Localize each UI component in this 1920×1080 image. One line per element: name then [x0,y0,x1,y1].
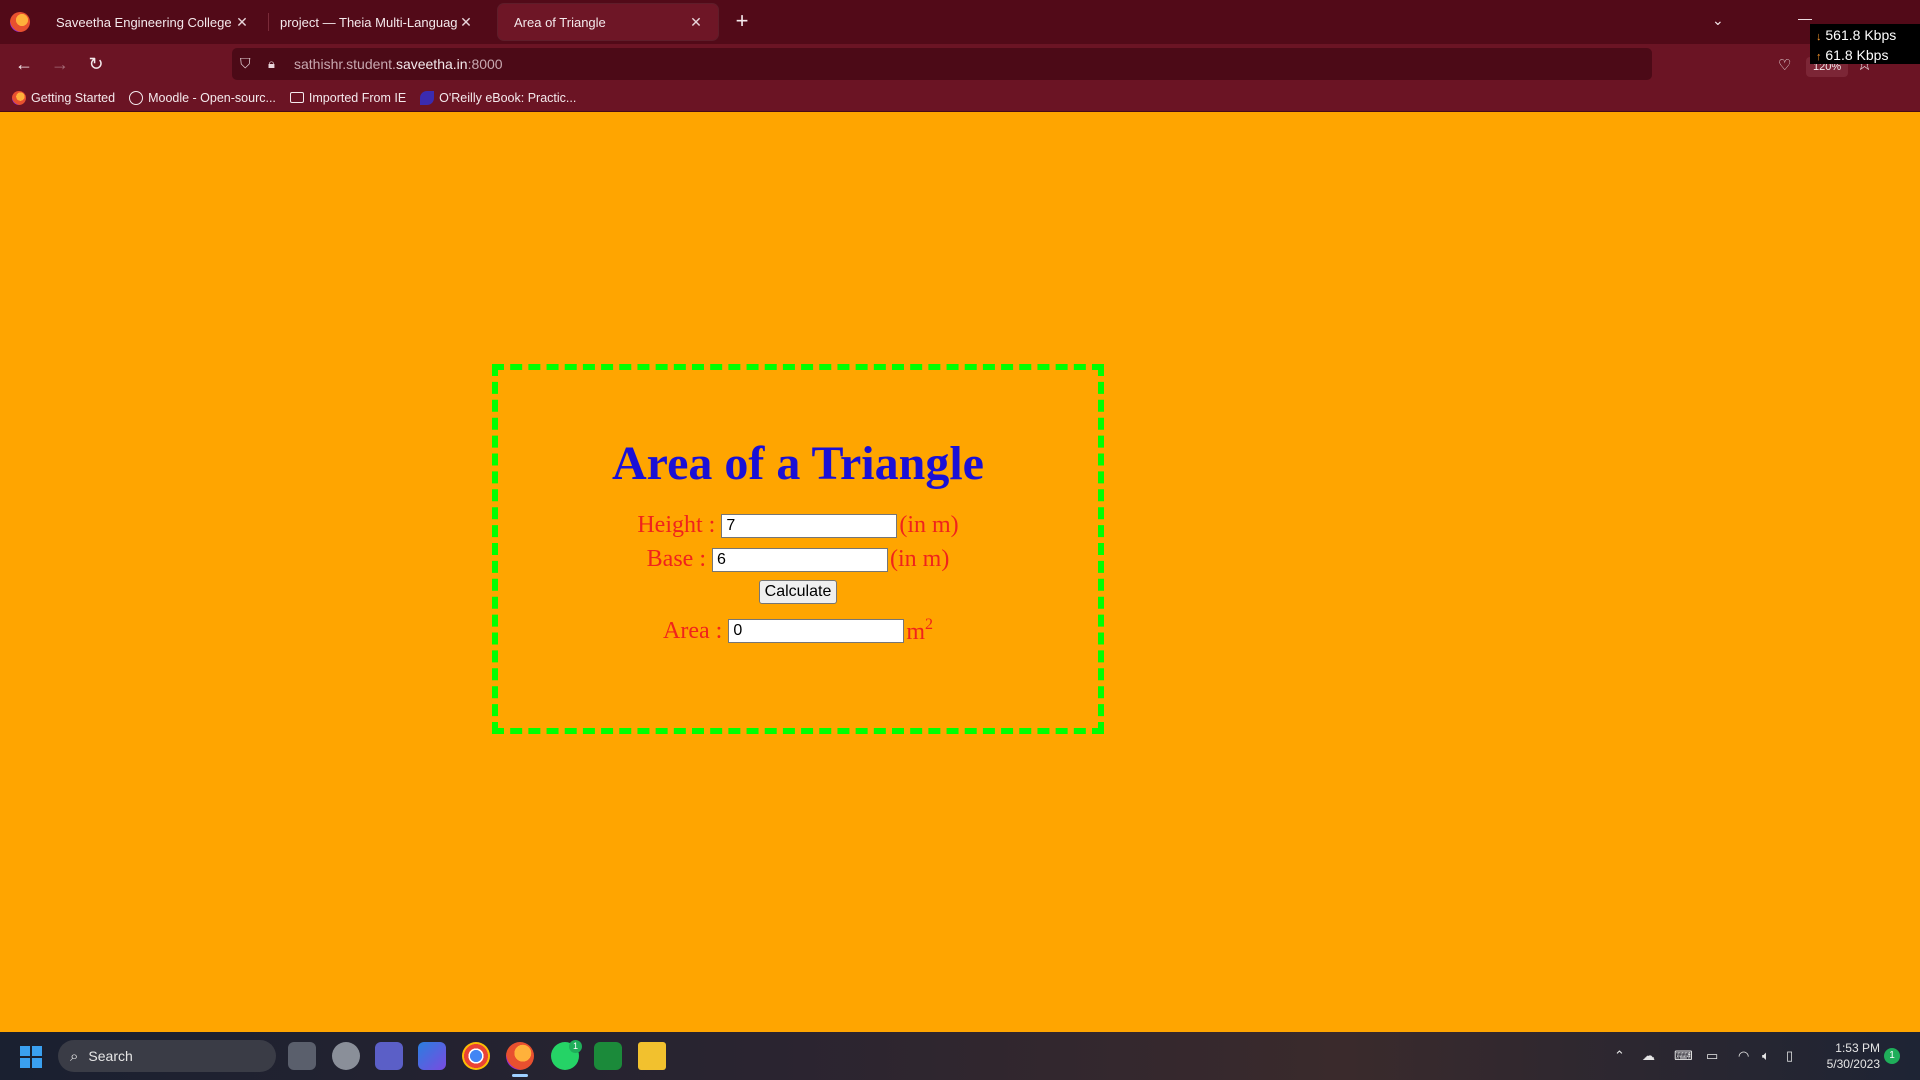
chrome-icon[interactable] [462,1042,490,1070]
page-title: Area of a Triangle [612,437,984,490]
bookmark-label: Moodle - Open-sourc... [148,90,276,105]
display-icon[interactable]: ▭ [1706,1048,1718,1064]
file-explorer-icon[interactable] [638,1042,666,1070]
taskbar-search-label: Search [88,1048,133,1064]
taskbar-search[interactable]: ⌕ Search [58,1040,276,1072]
close-tab-icon[interactable]: ✕ [458,14,474,30]
area-unit: m2 [906,616,933,646]
windows-start-icon[interactable] [20,1046,42,1068]
firefox-taskbar-icon[interactable] [506,1042,534,1070]
task-view-icon[interactable] [288,1042,316,1070]
system-clock[interactable]: 1:53 PM 5/30/2023 [1820,1040,1880,1072]
height-unit: (in m) [899,512,959,538]
chevron-down-icon[interactable]: ⌄ [1712,12,1724,29]
close-tab-icon[interactable]: ✕ [234,14,250,30]
back-arrow-icon[interactable]: ← [10,52,38,76]
height-row: Height : (in m) [498,512,1098,539]
wifi-icon[interactable]: ◠ [1738,1048,1749,1064]
url-prefix: sathishr.student. [294,56,396,72]
bookmark-oreilly[interactable]: O'Reilly eBook: Practic... [420,90,577,105]
onedrive-icon[interactable]: ☁ [1642,1048,1655,1064]
calculator-box: Area of a Triangle Height : (in m) Base … [492,364,1104,734]
bookmarks-toolbar: Getting Started Moodle - Open-sourc... I… [0,84,1920,112]
pocket-icon[interactable]: ♡ [1778,56,1791,74]
bookmark-label: Imported From IE [308,90,407,105]
height-label: Height : [637,512,716,538]
search-icon: ⌕ [70,1047,79,1065]
tab-area-of-triangle[interactable]: Area of Triangle ✕ [498,4,718,40]
close-tab-icon[interactable]: ✕ [688,14,704,30]
area-unit-exponent: 2 [924,616,933,633]
oreilly-icon [420,90,435,105]
reload-icon[interactable]: ↻ [82,52,110,76]
firefox-menu-icon[interactable] [10,12,30,32]
area-row: Area : m2 [498,616,1098,646]
bookmark-imported-from-ie[interactable]: Imported From IE [289,90,407,105]
calculate-row: Calculate [498,580,1098,604]
navigation-toolbar: ← → ↻ ⛉ 🔒︎ sathishr.student.saveetha.in:… [0,44,1920,84]
firefox-icon [12,90,26,105]
base-label: Base : [646,546,706,572]
bookmark-moodle[interactable]: Moodle - Open-sourc... [129,90,276,105]
height-input[interactable] [721,513,898,538]
windows-taskbar: ⌕ Search 1 ⌃ ☁ ⌨ ▭ ◠ 🔈︎ ▯ 1:53 PM 5/30/2… [0,1032,1920,1080]
new-tab-icon[interactable]: + [730,10,754,34]
upload-arrow-icon: ↑ [1816,51,1822,63]
base-row: Base : (in m) [498,546,1098,573]
url-text[interactable]: sathishr.student.saveetha.in:8000 [294,56,503,72]
base-input[interactable] [712,547,888,572]
area-label: Area : [663,617,723,644]
area-output[interactable] [728,619,905,643]
forward-arrow-icon[interactable]: → [46,52,74,76]
volume-icon[interactable]: 🔈︎ [1762,1048,1770,1064]
page-content: Area of a Triangle Height : (in m) Base … [0,112,1920,1032]
base-unit: (in m) [890,546,950,572]
url-domain: saveetha.in [395,56,468,72]
tab-saveetha[interactable]: Saveetha Engineering College ✕ [40,4,264,40]
tab-bar: Saveetha Engineering College ✕ project —… [0,0,1920,44]
tab-label: Saveetha Engineering College [56,14,232,30]
lock-icon[interactable]: 🔒︎ [268,56,282,72]
whatsapp-badge: 1 [569,1040,582,1053]
calculate-button[interactable]: Calculate [758,580,838,604]
upload-speed: 61.8 Kbps [1825,47,1889,63]
clock-time: 1:53 PM [1835,1041,1880,1055]
area-unit-base: m [906,619,925,645]
widgets-icon[interactable] [332,1042,360,1070]
bookmark-label: O'Reilly eBook: Practic... [439,90,577,105]
address-bar[interactable]: ⛉ 🔒︎ sathishr.student.saveetha.in:8000 1… [232,48,1873,80]
keyboard-icon[interactable]: ⌨ [1674,1048,1693,1064]
folder-icon [289,92,304,103]
teams-chat-icon[interactable] [375,1042,403,1070]
tab-label: project — Theia Multi-Language Ex [280,14,458,30]
network-speed-meter: ↓ 561.8 Kbps ↑ 61.8 Kbps [1810,24,1920,64]
chevron-up-icon[interactable]: ⌃ [1614,1048,1625,1064]
tab-label: Area of Triangle [514,14,606,30]
download-speed: 561.8 Kbps [1825,27,1897,43]
bookmark-label: Getting Started [31,90,116,105]
notification-badge[interactable]: 1 [1884,1048,1900,1064]
battery-icon[interactable]: ▯ [1786,1048,1793,1064]
transfer-app-icon[interactable] [594,1042,622,1070]
active-app-indicator [512,1074,528,1077]
tab-theia[interactable]: project — Theia Multi-Language Ex ✕ [264,4,488,40]
bookmark-getting-started[interactable]: Getting Started [12,90,116,105]
download-arrow-icon: ↓ [1816,31,1822,43]
clock-date: 5/30/2023 [1826,1057,1880,1071]
tracking-shield-icon[interactable]: ⛉ [240,55,256,73]
url-suffix: :8000 [467,56,503,72]
globe-icon [129,90,144,105]
copilot-icon[interactable] [418,1042,446,1070]
